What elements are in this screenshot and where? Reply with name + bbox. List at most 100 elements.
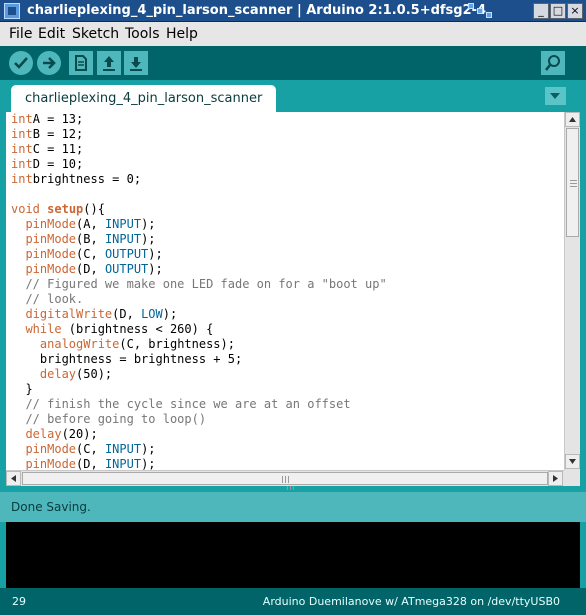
code-token: ); [141,457,156,470]
code-token: digitalWrite [25,307,113,321]
save-button[interactable] [124,51,148,75]
scroll-up-button[interactable] [565,112,580,127]
menu-tools[interactable]: Tools [125,26,160,42]
code-token: // before going to loop() [25,412,207,426]
upload-button[interactable] [37,51,61,75]
scroll-down-button[interactable] [565,454,580,469]
code-line: intD = 10; [11,157,387,172]
verify-button[interactable] [9,51,33,75]
code-token: D = 10; [32,157,84,171]
minimize-button[interactable]: _ [533,3,549,19]
code-token: int [11,112,33,126]
scroll-left-button[interactable] [6,471,21,486]
app-icon[interactable] [4,3,20,19]
code-editor[interactable]: intA = 13; intB = 12; intC = 11; intD = 10;… [6,112,564,470]
code-line: // before going to loop() [11,412,387,427]
window-titlebar[interactable]: charlieplexing_4_pin_larson_scanner | Ar… [0,0,586,22]
code-token: pinMode [25,262,77,276]
code-token: int [11,142,33,156]
code-token: while [25,322,62,336]
code-line: delay(50); [11,367,387,382]
editor-left-border [0,112,6,486]
vertical-scroll-thumb[interactable] [566,128,579,237]
code-text[interactable]: intA = 13; intB = 12; intC = 11; intD = 10;… [11,112,387,470]
code-line: pinMode(A, INPUT); [11,217,387,232]
serial-monitor-icon [544,55,560,71]
code-token: INPUT [104,232,142,246]
arrow-up-icon [569,117,576,122]
titlebar-decoration [468,2,530,20]
code-line: pinMode(C, OUTPUT); [11,247,387,262]
horizontal-scrollbar[interactable] [6,470,564,486]
scroll-corner [564,470,580,486]
code-token: A = 13; [32,112,84,126]
menu-help[interactable]: Help [166,26,198,42]
menu-sketch[interactable]: Sketch [72,26,119,42]
code-token: delay [25,427,62,441]
code-token: INPUT [104,442,142,456]
footer-bar: 29 Arduino Duemilanove w/ ATmega328 on /… [0,588,586,615]
code-token: // Figured we make one LED fade on for a… [25,277,387,291]
close-button[interactable]: × [567,3,583,19]
status-bar: Done Saving. [0,492,586,522]
tab-menu-button[interactable] [545,87,566,105]
maximize-button[interactable]: □ [550,3,566,19]
serial-monitor-button[interactable] [541,51,565,75]
code-line: analogWrite(C, brightness); [11,337,387,352]
code-token: (C, brightness); [119,337,235,351]
code-token: INPUT [104,217,142,231]
code-line: brightness = brightness + 5; [11,352,387,367]
code-token: OUTPUT [104,247,149,261]
code-token: delay [39,367,77,381]
code-token: int [11,127,33,141]
code-token: LOW [141,307,163,321]
horizontal-scroll-thumb[interactable] [22,472,548,485]
code-token: (D, [112,307,142,321]
code-line: digitalWrite(D, LOW); [11,307,387,322]
arrow-down-icon [569,459,576,464]
console-output[interactable] [6,522,580,588]
code-line: intB = 12; [11,127,387,142]
editor-right-border [580,112,586,486]
code-token: (D, [76,457,105,470]
code-token: pinMode [25,442,77,456]
code-token: (){ [83,202,105,216]
code-line: pinMode(D, OUTPUT); [11,262,387,277]
status-message: Done Saving. [11,500,91,514]
scroll-right-button[interactable] [548,471,563,486]
code-line: intC = 11; [11,142,387,157]
code-token: pinMode [25,217,77,231]
new-button[interactable] [69,51,93,75]
code-token: ); [141,232,156,246]
code-token: ); [148,247,163,261]
code-token: ); [148,262,163,276]
code-token: pinMode [25,247,77,261]
code-token: (50); [76,367,113,381]
code-token: (A, [76,217,105,231]
code-line: } [11,382,387,397]
save-icon [130,57,142,71]
code-token: ); [162,307,178,321]
tab-sketch[interactable]: charlieplexing_4_pin_larson_scanner [11,85,277,112]
menu-file[interactable]: File [9,26,32,42]
code-token: analogWrite [39,337,120,351]
code-token: (C, [76,442,105,456]
open-button[interactable] [97,51,121,75]
code-line: intbrightness = 0; [11,172,387,187]
code-token: pinMode [25,457,77,470]
vertical-scrollbar[interactable] [564,112,580,470]
tab-label: charlieplexing_4_pin_larson_scanner [25,91,263,106]
menu-edit[interactable]: Edit [38,26,65,42]
window-title: charlieplexing_4_pin_larson_scanner | Ar… [27,3,487,18]
code-token: // finish the cycle since we are at an o… [25,397,351,411]
code-token: void [11,202,40,216]
